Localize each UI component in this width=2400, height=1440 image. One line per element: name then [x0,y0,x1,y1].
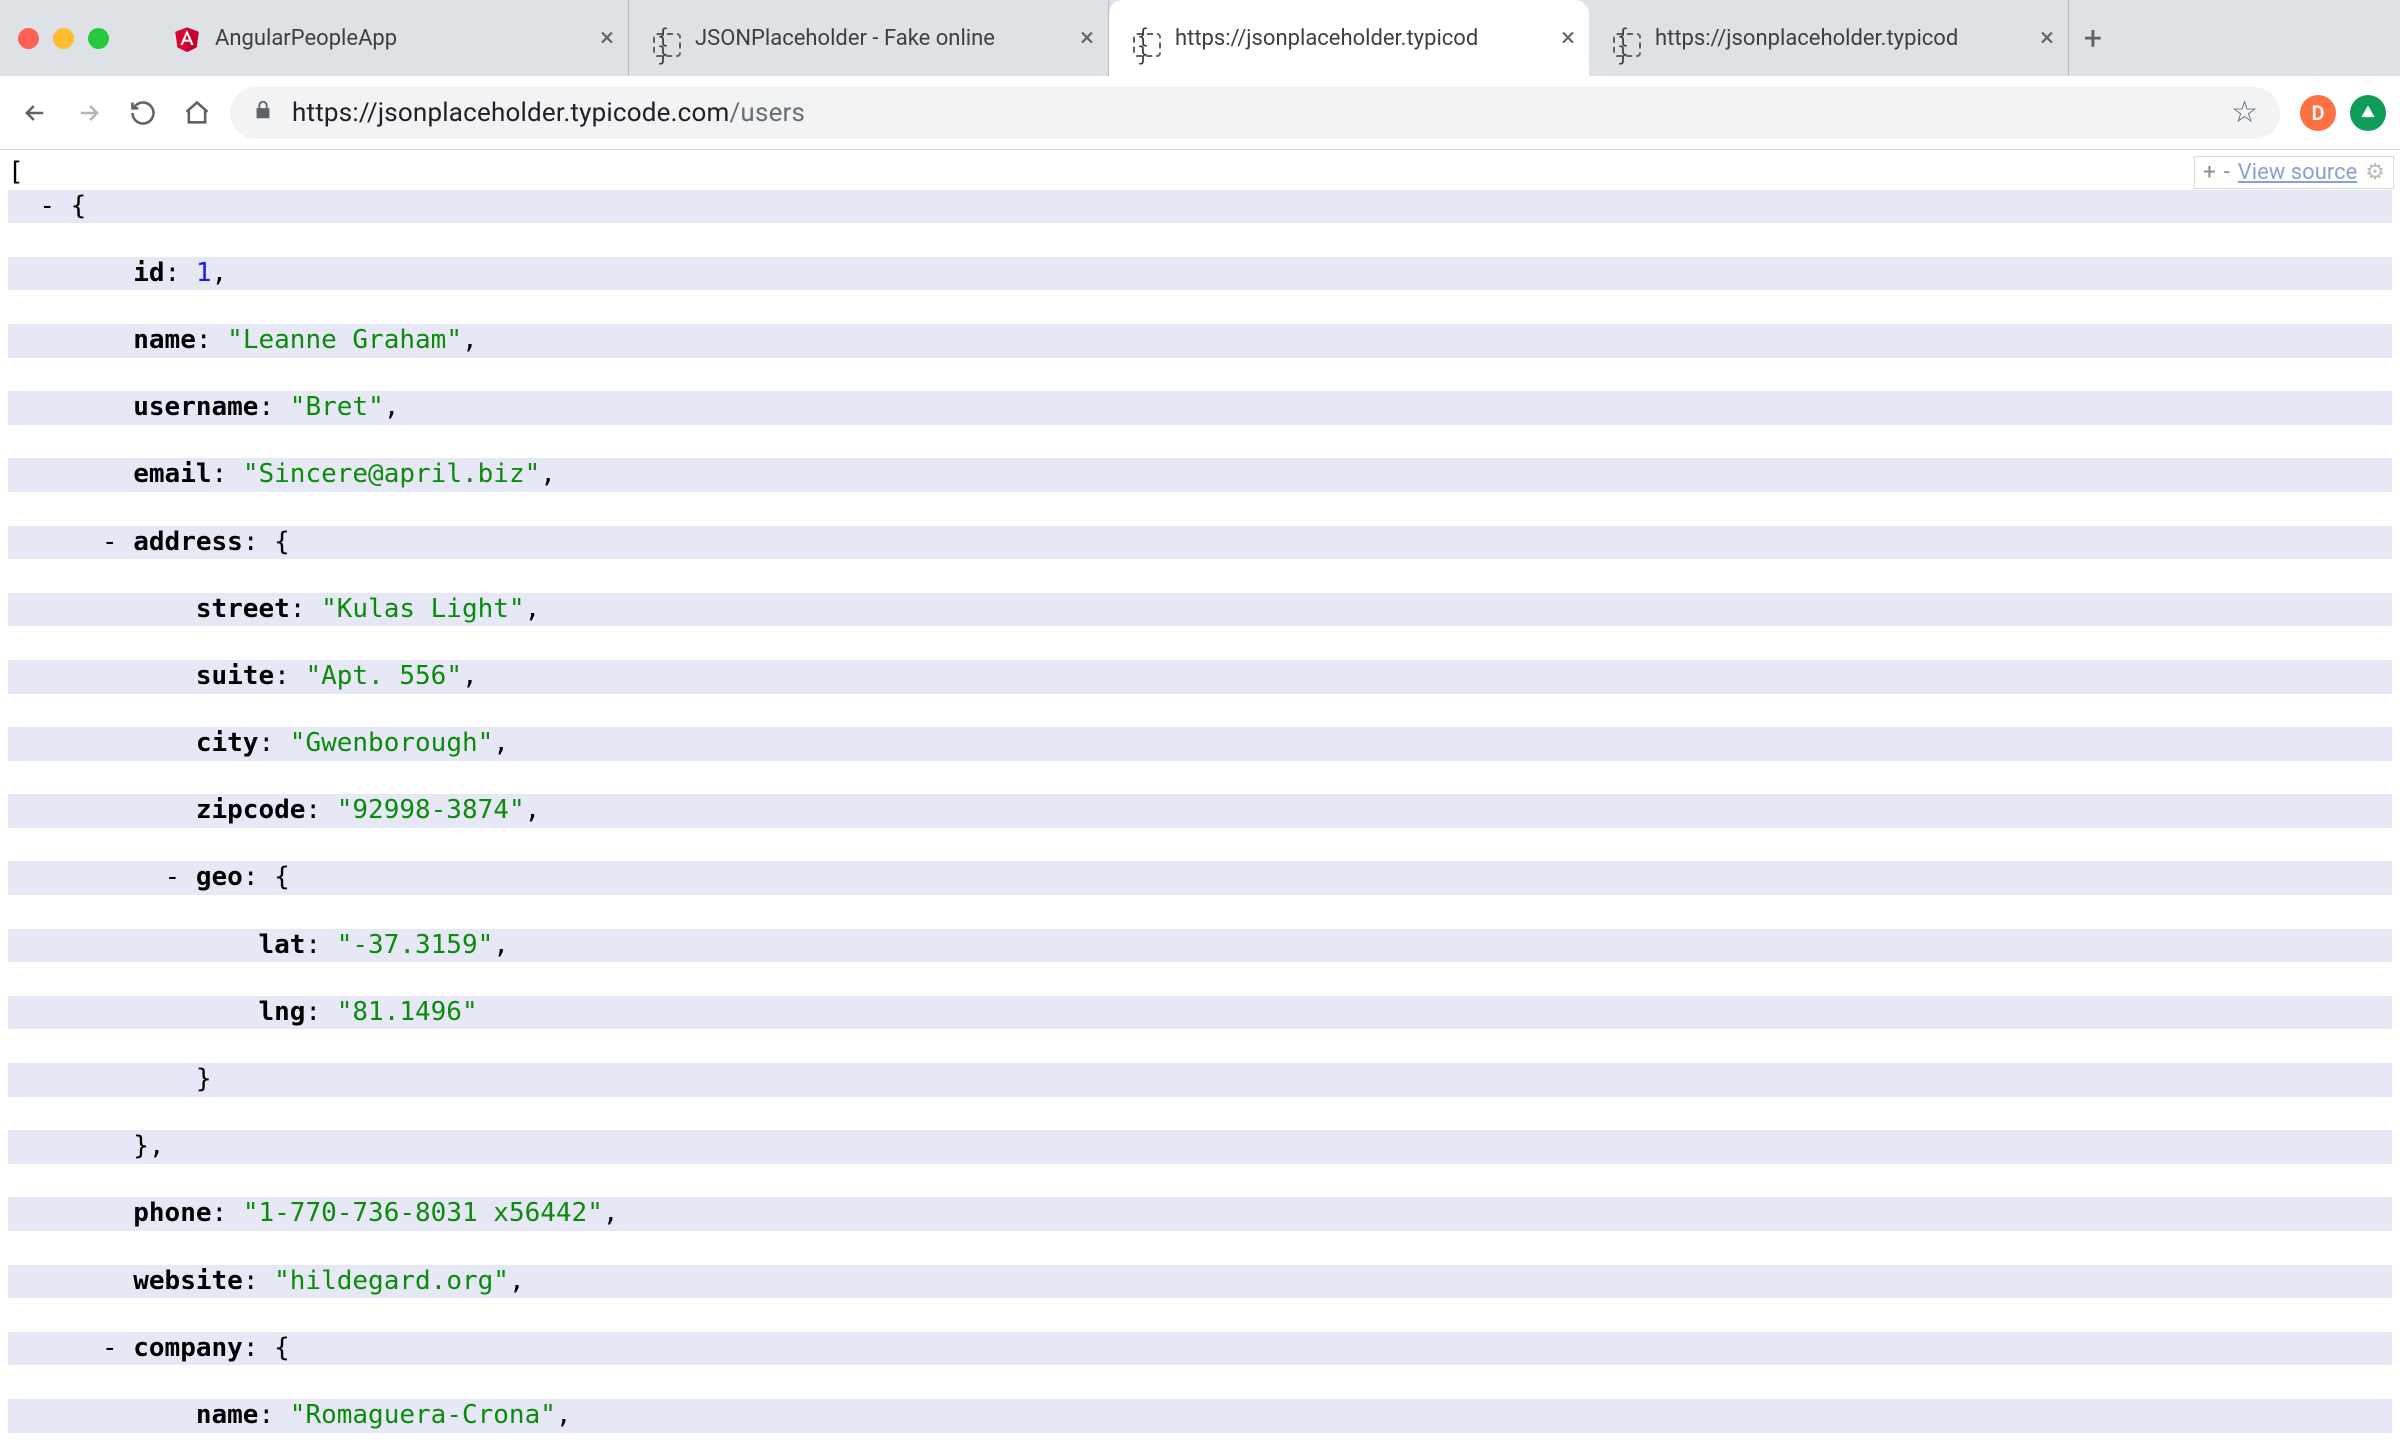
toolbar: https://jsonplaceholder.typicode.com/use… [0,76,2400,150]
json-favicon-icon: { } [653,24,681,52]
page-content: + - View source ⚙ [ - { id: 1, name: "Le… [0,150,2400,1440]
tab-jsonplaceholder-users[interactable]: { } https://jsonplaceholder.typicod × [1109,0,1589,76]
back-button[interactable] [14,92,56,134]
json-favicon-icon: { } [1133,24,1161,52]
gear-icon[interactable]: ⚙ [2365,160,2385,185]
tab-label: JSONPlaceholder - Fake online [695,26,1072,51]
close-icon[interactable]: × [2040,25,2054,51]
tab-angular[interactable]: AngularPeopleApp × [149,0,629,76]
forward-button[interactable] [68,92,110,134]
window-controls [18,28,109,49]
maximize-window-button[interactable] [88,28,109,49]
home-button[interactable] [176,92,218,134]
json-favicon-icon: { } [1613,24,1641,52]
expand-all-button[interactable]: + [2203,160,2215,185]
view-source-link[interactable]: View source [2238,160,2357,185]
json-body[interactable]: [ - { id: 1, name: "Leanne Graham", user… [0,150,2400,1440]
address-bar[interactable]: https://jsonplaceholder.typicode.com/use… [230,87,2280,139]
bookmark-star-button[interactable]: ☆ [2231,95,2258,130]
tab-jsonplaceholder-2[interactable]: { } https://jsonplaceholder.typicod × [1589,0,2069,76]
profile-avatar[interactable]: D [2300,95,2336,131]
minimize-window-button[interactable] [53,28,74,49]
angular-icon [173,24,201,52]
new-tab-button[interactable]: + [2069,0,2117,76]
tab-label: https://jsonplaceholder.typicod [1175,26,1553,51]
tab-bar: AngularPeopleApp × { } JSONPlaceholder -… [0,0,2400,76]
extension-button[interactable] [2350,95,2386,131]
close-window-button[interactable] [18,28,39,49]
close-icon[interactable]: × [1080,25,1094,51]
close-icon[interactable]: × [1561,25,1575,51]
tabs: AngularPeopleApp × { } JSONPlaceholder -… [149,0,2388,76]
close-icon[interactable]: × [600,25,614,51]
tab-jsonplaceholder-home[interactable]: { } JSONPlaceholder - Fake online × [629,0,1109,76]
collapse-all-button[interactable]: - [2224,160,2230,185]
url-text: https://jsonplaceholder.typicode.com/use… [292,98,805,128]
json-viewer-toolbar: + - View source ⚙ [2194,156,2394,189]
reload-button[interactable] [122,92,164,134]
tab-label: https://jsonplaceholder.typicod [1655,26,2032,51]
tab-label: AngularPeopleApp [215,26,592,51]
lock-icon [252,99,274,127]
